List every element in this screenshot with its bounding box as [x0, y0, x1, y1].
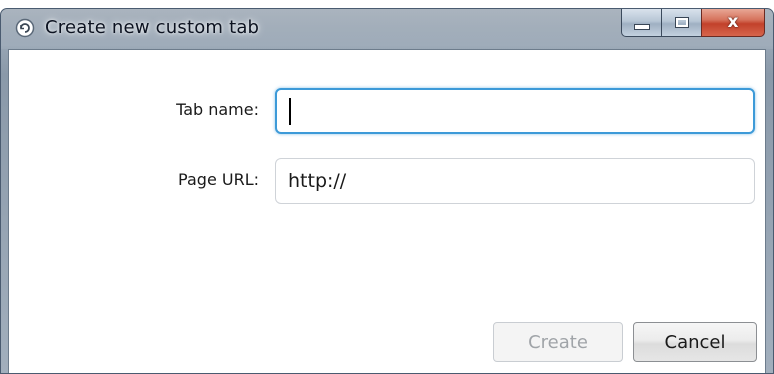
close-icon: x [727, 12, 739, 32]
page-url-row: Page URL: http:// [9, 158, 765, 206]
maximize-button[interactable] [661, 9, 701, 37]
minimize-icon [633, 23, 650, 30]
window-title: Create new custom tab [45, 17, 260, 38]
tab-name-input[interactable] [275, 88, 755, 134]
title-bar[interactable]: Create new custom tab x [1, 9, 773, 49]
page-url-value: http:// [288, 170, 347, 192]
maximize-icon [674, 17, 689, 28]
tab-name-row: Tab name: [9, 88, 765, 136]
page-url-input[interactable]: http:// [275, 158, 755, 204]
page-url-label: Page URL: [178, 170, 259, 189]
close-button[interactable]: x [701, 9, 765, 37]
cancel-button[interactable]: Cancel [633, 322, 757, 362]
create-button[interactable]: Create [493, 322, 623, 362]
dialog-client-area: Tab name: Page URL: http:// Create Cance… [8, 49, 766, 373]
caption-buttons: x [621, 9, 765, 39]
dialog-window: Create new custom tab x Tab name: Page U… [0, 8, 774, 374]
minimize-button[interactable] [621, 9, 661, 37]
app-icon [15, 18, 35, 38]
tab-name-label: Tab name: [176, 100, 259, 119]
text-caret [289, 98, 291, 125]
